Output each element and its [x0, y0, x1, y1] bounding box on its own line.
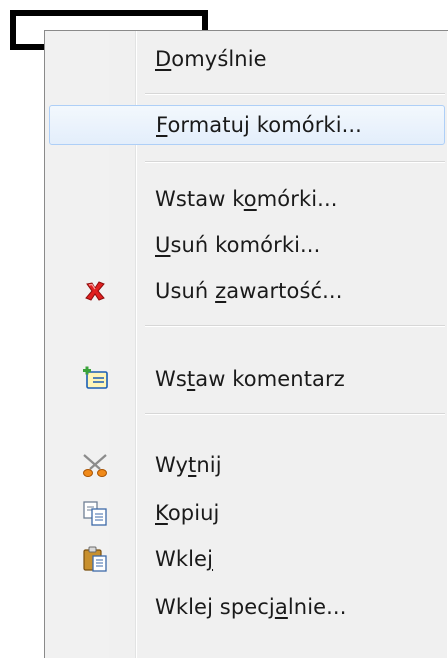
- menu-item-label: Wstaw komentarz: [155, 367, 345, 391]
- menu-item-label: Domyślnie: [155, 47, 267, 71]
- menu-separator: [145, 325, 445, 327]
- menu-item-format-cells[interactable]: Formatuj komórki...: [49, 105, 445, 145]
- menu-item-default[interactable]: Domyślnie: [49, 39, 445, 79]
- menu-separator: [145, 161, 445, 163]
- red-x-icon: [81, 277, 109, 305]
- menu-item-label: Usuń komórki...: [155, 233, 321, 257]
- menu-item-label: Formatuj komórki...: [156, 113, 362, 137]
- menu-item-copy[interactable]: Kopiuj: [49, 493, 445, 533]
- menu-item-delete-contents[interactable]: Usuń zawartość...: [49, 271, 445, 311]
- menu-item-label: Kopiuj: [155, 501, 220, 525]
- menu-item-label: Usuń zawartość...: [155, 279, 343, 303]
- menu-separator: [145, 413, 445, 415]
- spreadsheet-area: Domyślnie Formatuj komórki... Wstaw komó…: [0, 0, 448, 658]
- scissors-icon: [81, 451, 109, 479]
- menu-item-paste-special[interactable]: Wklej specjalnie...: [49, 587, 445, 627]
- paste-icon: [81, 545, 109, 573]
- menu-item-cut[interactable]: Wytnij: [49, 445, 445, 485]
- menu-item-delete-cells[interactable]: Usuń komórki...: [49, 225, 445, 265]
- menu-item-paste[interactable]: Wklej: [49, 539, 445, 579]
- copy-icon: [81, 499, 109, 527]
- menu-separator: [145, 93, 445, 95]
- insert-comment-icon: [81, 365, 109, 393]
- menu-item-label: Wstaw komórki...: [155, 187, 338, 211]
- context-menu: Domyślnie Formatuj komórki... Wstaw komó…: [44, 30, 448, 658]
- menu-item-label: Wklej: [155, 547, 214, 571]
- menu-item-insert-comment[interactable]: Wstaw komentarz: [49, 359, 445, 399]
- menu-item-label: Wytnij: [155, 453, 222, 477]
- menu-item-label: Wklej specjalnie...: [155, 595, 347, 619]
- menu-item-insert-cells[interactable]: Wstaw komórki...: [49, 179, 445, 219]
